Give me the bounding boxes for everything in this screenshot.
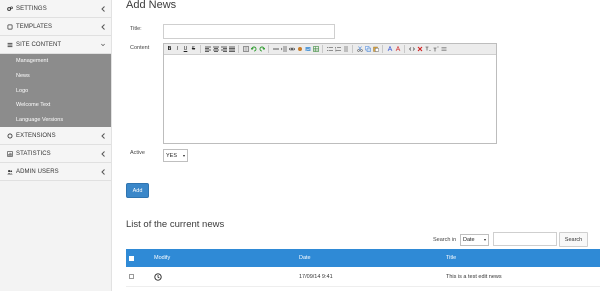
sidebar-item-label: SITE CONTENT: [16, 41, 62, 48]
bold-icon[interactable]: B: [166, 45, 173, 53]
column-header-modify: Modify: [154, 255, 171, 261]
submenu-item-management[interactable]: Management: [0, 54, 111, 69]
table-row[interactable]: 17/09/14 9:41 This is a test edit news: [126, 267, 600, 287]
strikethrough-icon[interactable]: S: [190, 45, 197, 53]
column-header-title[interactable]: Title: [446, 255, 456, 261]
editor-body[interactable]: [164, 55, 496, 144]
news-table: Modify Date Title 17/09/14 9:41 This is …: [126, 249, 600, 287]
source-code-icon[interactable]: [408, 45, 415, 53]
table-header-row: Modify Date Title: [126, 249, 600, 267]
title-input[interactable]: [163, 24, 335, 39]
toolbar-separator: [238, 45, 239, 53]
align-right-icon[interactable]: [220, 45, 227, 53]
sidebar: SETTINGS TEMPLATES SITE CONTENT Manageme…: [0, 0, 112, 291]
toolbar-separator: [382, 45, 383, 53]
chevron-down-icon: [100, 41, 106, 49]
background-color-icon[interactable]: [394, 45, 401, 53]
blockquote-icon[interactable]: [342, 45, 349, 53]
remove-format-icon[interactable]: [416, 45, 423, 53]
page-title: Add News: [126, 0, 177, 11]
search-field-value: Date: [463, 237, 475, 243]
caret-down-icon: [183, 154, 185, 157]
list-icon: [6, 41, 14, 49]
caret-down-icon: [484, 239, 486, 241]
chevron-left-icon: [100, 23, 106, 31]
users-icon: [6, 168, 14, 176]
submenu-item-logo[interactable]: Logo: [0, 83, 111, 98]
chevron-left-icon: [100, 168, 106, 176]
special-char-icon[interactable]: [440, 45, 447, 53]
chevron-left-icon: [100, 150, 106, 158]
submenu-item-news[interactable]: News: [0, 69, 111, 84]
sidebar-item-admin-users[interactable]: ADMIN USERS: [0, 163, 111, 182]
horizontal-rule-icon[interactable]: [272, 45, 279, 53]
format-icon[interactable]: [242, 45, 249, 53]
sidebar-item-settings[interactable]: SETTINGS: [0, 0, 111, 18]
active-select-value: YES: [166, 152, 178, 159]
row-date: 17/09/14 9:41: [299, 273, 333, 280]
chevron-left-icon: [100, 132, 106, 140]
indent-icon[interactable]: [280, 45, 287, 53]
submenu-item-welcome-text[interactable]: Welcome Text: [0, 98, 111, 113]
text-color-icon[interactable]: [386, 45, 393, 53]
active-select[interactable]: YES: [163, 149, 188, 162]
toolbar-separator: [322, 45, 323, 53]
toolbar-separator: [404, 45, 405, 53]
sidebar-item-label: EXTENSIONS: [16, 132, 56, 139]
table-icon[interactable]: [312, 45, 319, 53]
bar-chart-icon: [6, 150, 14, 158]
toolbar-separator: [200, 45, 201, 53]
select-all-checkbox[interactable]: [129, 255, 134, 261]
active-label: Active: [130, 150, 145, 156]
title-label: Title:: [130, 26, 142, 32]
italic-icon[interactable]: I: [174, 45, 181, 53]
sidebar-item-label: ADMIN USERS: [16, 168, 59, 175]
numbered-list-icon[interactable]: [334, 45, 341, 53]
sidebar-item-label: TEMPLATES: [16, 23, 53, 30]
paste-icon[interactable]: [372, 45, 379, 53]
underline-icon[interactable]: U: [182, 45, 189, 53]
cut-icon[interactable]: [356, 45, 363, 53]
sidebar-item-templates[interactable]: TEMPLATES: [0, 18, 111, 36]
align-center-icon[interactable]: [212, 45, 219, 53]
search-in-label: Search in: [433, 237, 457, 243]
sidebar-item-statistics[interactable]: STATISTICS: [0, 145, 111, 164]
row-checkbox[interactable]: [129, 274, 134, 279]
site-content-submenu: Management News Logo Welcome Text Langua…: [0, 54, 111, 128]
submenu-item-language-versions[interactable]: Language Versions: [0, 113, 111, 128]
superscript-icon[interactable]: [432, 45, 439, 53]
square-icon: [6, 23, 14, 31]
undo-icon[interactable]: [250, 45, 257, 53]
circle-icon: [6, 132, 14, 140]
gears-icon: [6, 5, 14, 13]
anchor-icon[interactable]: [296, 45, 303, 53]
main-content: Add News Title: Content B I U S Active Y…: [126, 0, 600, 291]
news-list-heading: List of the current news: [126, 219, 225, 230]
toolbar-separator: [352, 45, 353, 53]
copy-icon[interactable]: [364, 45, 371, 53]
content-label: Content: [130, 45, 150, 51]
add-button[interactable]: Add: [126, 183, 149, 198]
sidebar-item-label: STATISTICS: [16, 150, 51, 157]
sidebar-item-label: SETTINGS: [16, 5, 47, 12]
bullet-list-icon[interactable]: [326, 45, 333, 53]
sidebar-item-site-content[interactable]: SITE CONTENT: [0, 36, 111, 54]
column-header-date[interactable]: Date: [299, 255, 311, 261]
chevron-left-icon: [100, 5, 106, 13]
redo-icon[interactable]: [258, 45, 265, 53]
align-justify-icon[interactable]: [228, 45, 235, 53]
edit-clock-icon[interactable]: [154, 273, 162, 281]
search-field-select[interactable]: Date: [460, 234, 489, 246]
image-icon[interactable]: [304, 45, 311, 53]
row-title: This is a test edit news: [446, 273, 502, 280]
link-icon[interactable]: [288, 45, 295, 53]
editor-toolbar: B I U S: [164, 44, 496, 55]
search-input[interactable]: [493, 232, 557, 246]
content-editor[interactable]: B I U S: [163, 43, 497, 144]
align-left-icon[interactable]: [204, 45, 211, 53]
toolbar-separator: [268, 45, 269, 53]
subscript-icon[interactable]: [424, 45, 431, 53]
search-button[interactable]: Search: [559, 232, 588, 247]
sidebar-item-extensions[interactable]: EXTENSIONS: [0, 127, 111, 146]
